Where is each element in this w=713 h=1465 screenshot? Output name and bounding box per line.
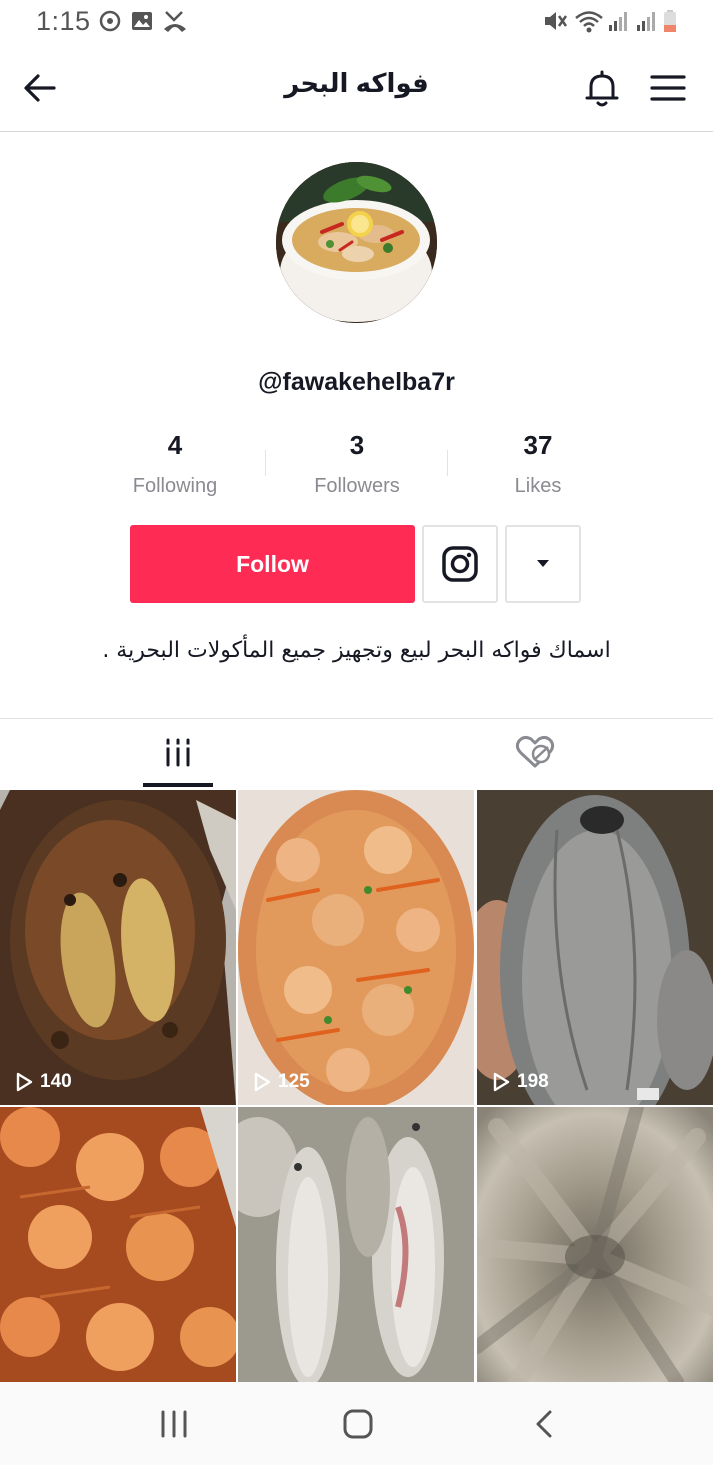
video-thumbnail[interactable]: 198: [477, 790, 713, 1105]
grid-icon: [164, 738, 192, 767]
stat-value: 4: [167, 430, 183, 460]
view-count-value: 125: [278, 1071, 310, 1092]
system-nav-bar: [0, 1382, 713, 1465]
video-thumbnail[interactable]: [477, 1107, 713, 1382]
bell-icon[interactable]: [580, 66, 624, 110]
video-thumbnail[interactable]: 125: [238, 790, 474, 1105]
status-time: 1:15: [36, 6, 91, 36]
menu-icon[interactable]: [646, 66, 690, 110]
view-count: 140: [14, 1071, 72, 1093]
instagram-button[interactable]: [422, 525, 498, 603]
play-icon: [254, 1072, 271, 1092]
instagram-icon: [442, 546, 478, 582]
missed-call-icon: [164, 11, 186, 32]
stat-label: Followers: [314, 475, 400, 497]
wifi-icon: [575, 11, 603, 33]
recent-apps-icon[interactable]: [154, 1404, 194, 1444]
stat-value: 3: [349, 430, 365, 460]
stat-following[interactable]: 4 Following: [105, 430, 245, 498]
profile-tabs: [0, 718, 713, 788]
tab-liked[interactable]: [500, 719, 570, 789]
active-tab-indicator: [143, 783, 213, 787]
thumbnail-image: [238, 1107, 474, 1382]
stat-likes: 37 Likes: [468, 430, 608, 498]
gallery-icon: [132, 12, 152, 30]
stat-divider: [447, 450, 448, 476]
video-thumbnail[interactable]: [0, 1107, 236, 1382]
video-thumbnail[interactable]: [238, 1107, 474, 1382]
thumbnail-image: [238, 790, 474, 1105]
stat-divider: [265, 450, 266, 476]
view-count: 125: [252, 1071, 310, 1093]
stat-label: Likes: [514, 475, 562, 497]
play-icon: [16, 1072, 33, 1092]
thumbnail-image: [477, 1107, 713, 1382]
nav-back-icon[interactable]: [524, 1404, 564, 1444]
header: فواكه البحر: [0, 44, 713, 132]
video-thumbnail[interactable]: 140: [0, 790, 236, 1105]
profile-page: 1:15 فواكه البحر @fawakehelba7r 4 Follow…: [0, 0, 713, 1465]
battery-icon: [664, 10, 676, 32]
play-icon: [493, 1072, 510, 1092]
view-count: 198: [491, 1071, 549, 1093]
mute-icon: [545, 12, 568, 30]
stat-value: 37: [523, 430, 553, 460]
thumbnail-image: [477, 790, 713, 1105]
bio: اسماك فواكه البحر لبيع وتجهيز جميع المأك…: [102, 638, 611, 663]
home-icon[interactable]: [338, 1404, 378, 1444]
status-bar: 1:15: [0, 0, 713, 44]
avatar-image: [276, 162, 437, 323]
thumbnail-image: [0, 1107, 236, 1382]
stat-label: Following: [132, 475, 218, 497]
signal-icon: [609, 12, 627, 31]
tab-videos[interactable]: [143, 719, 213, 789]
stat-followers[interactable]: 3 Followers: [287, 430, 427, 498]
more-options-button[interactable]: [505, 525, 581, 603]
hidden-likes-icon: [515, 735, 555, 768]
caret-down-icon: [537, 560, 549, 567]
username: @fawakehelba7r: [258, 368, 455, 396]
video-grid: 140 125 198: [0, 790, 713, 1382]
avatar[interactable]: [276, 162, 437, 323]
signal-icon: [637, 12, 655, 31]
sync-icon: [99, 10, 121, 32]
follow-button[interactable]: Follow: [130, 525, 415, 603]
thumbnail-image: [0, 790, 236, 1105]
view-count-value: 198: [517, 1071, 549, 1092]
view-count-value: 140: [40, 1071, 72, 1092]
